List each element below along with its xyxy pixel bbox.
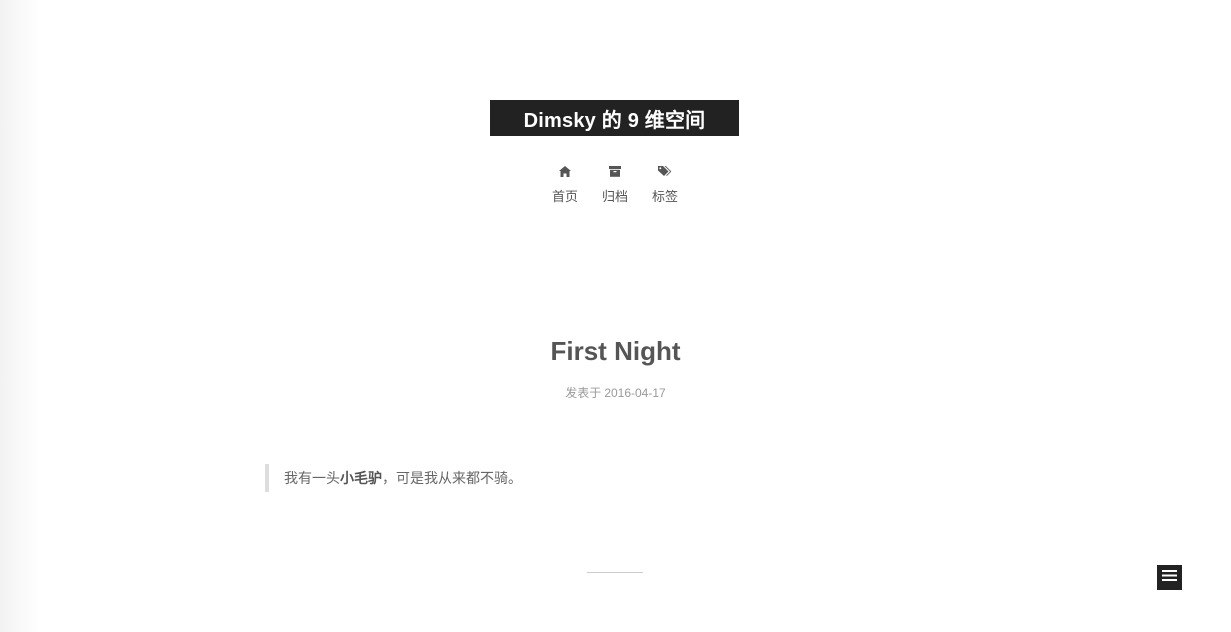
page-left-shadow <box>0 0 40 632</box>
sidebar-toggle-button[interactable] <box>1157 565 1182 590</box>
quote-text-bold: 小毛驴 <box>340 470 382 486</box>
menu-item-label: 标签 <box>651 189 678 204</box>
tags-icon <box>658 164 672 178</box>
site-title-brand[interactable]: Dimsky 的 9 维空间 <box>490 100 739 136</box>
menu-item-label: 归档 <box>601 189 628 204</box>
site-title[interactable]: Dimsky 的 9 维空间 <box>524 104 706 133</box>
post-title[interactable]: First Night <box>0 336 1231 367</box>
post-end-divider <box>587 572 643 573</box>
home-icon <box>558 164 572 178</box>
post-date: 2016-04-17 <box>604 386 666 400</box>
menu-item-label: 首页 <box>551 189 578 204</box>
post-meta: 发表于 2016-04-17 <box>0 384 1231 401</box>
menu-item-tags[interactable]: 标签 <box>640 164 690 205</box>
post-meta-prefix: 发表于 <box>565 386 602 400</box>
main-menu: 首页 归档 标签 <box>540 164 690 205</box>
menu-item-archives[interactable]: 归档 <box>590 164 640 205</box>
menu-icon <box>1162 569 1177 587</box>
quote-text-before: 我有一头 <box>284 470 340 486</box>
post-blockquote: 我有一头 小毛驴 ，可是我从来都不骑。 <box>265 464 522 492</box>
quote-text-after: ，可是我从来都不骑。 <box>382 470 522 486</box>
archive-icon <box>608 164 622 178</box>
menu-item-home[interactable]: 首页 <box>540 164 590 205</box>
